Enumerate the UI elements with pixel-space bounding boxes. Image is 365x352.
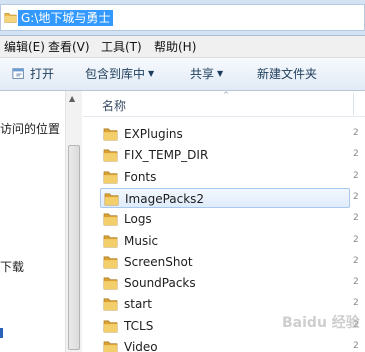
folder-icon	[103, 255, 118, 272]
file-name: Music	[124, 234, 159, 248]
folder-icon	[103, 319, 118, 336]
nav-item-marker	[0, 328, 3, 338]
truncated-column-edge: 2	[353, 128, 359, 138]
chevron-down-icon: ▼	[148, 69, 155, 78]
file-name: Fonts	[124, 170, 157, 184]
menu-edit[interactable]: 编辑(E)	[4, 39, 45, 55]
navigation-pane: 访问的位置 下载 ▲	[0, 91, 83, 352]
menu-help[interactable]: 帮助(H)	[154, 39, 196, 55]
folder-icon	[103, 170, 118, 187]
folder-icon	[103, 127, 118, 144]
truncated-column-edge: 2	[353, 171, 359, 181]
nav-recent-places[interactable]: 访问的位置	[0, 120, 60, 137]
nav-scrollbar[interactable]: ▲	[65, 91, 82, 352]
truncated-column-edge: 2	[353, 341, 359, 351]
menu-bar: 编辑(E) 查看(V) 工具(T) 帮助(H)	[0, 36, 365, 58]
menu-tools[interactable]: 工具(T)	[101, 39, 142, 55]
nav-downloads[interactable]: 下载	[0, 258, 24, 275]
file-row[interactable]: SoundPacks	[100, 273, 350, 293]
column-name-header[interactable]: 名称	[102, 97, 126, 114]
file-row[interactable]: Logs	[100, 209, 350, 229]
file-row[interactable]: Fonts	[100, 167, 350, 187]
folder-icon	[4, 11, 17, 27]
truncated-column-edge: 2	[353, 235, 359, 245]
folder-icon	[103, 212, 118, 229]
folder-icon	[103, 148, 118, 165]
folder-icon	[103, 340, 118, 352]
truncated-column-edge: 2	[353, 213, 359, 223]
file-name: start	[124, 297, 152, 311]
address-field[interactable]: G:\地下城与勇士	[0, 4, 365, 31]
scroll-up-icon[interactable]: ▲	[69, 94, 75, 103]
share-label: 共享	[190, 67, 215, 81]
sort-indicator-icon: ^	[223, 91, 229, 99]
truncated-column-edge: 2	[353, 192, 359, 202]
share-button[interactable]: 共享 ▼	[190, 66, 223, 82]
column-header: ^ 名称	[83, 91, 365, 117]
file-name: TCLS	[124, 319, 154, 333]
address-path[interactable]: G:\地下城与勇士	[18, 10, 114, 26]
file-row[interactable]: ImagePacks2	[100, 188, 350, 208]
file-name: Logs	[124, 212, 152, 226]
file-row[interactable]: EXPlugins	[100, 124, 350, 144]
file-name: ScreenShot	[124, 255, 193, 269]
folder-icon	[103, 276, 118, 293]
folder-icon	[104, 192, 119, 209]
include-label: 包含到库中	[85, 67, 146, 81]
nav-scrollbar-thumb[interactable]	[68, 145, 80, 350]
folder-icon	[103, 297, 118, 314]
address-bar: G:\地下城与勇士	[0, 0, 365, 36]
new-folder-button[interactable]: 新建文件夹	[257, 66, 317, 82]
file-row[interactable]: Video	[100, 337, 350, 352]
file-row[interactable]: start	[100, 294, 350, 314]
file-name: FIX_TEMP_DIR	[124, 148, 209, 162]
truncated-column-edge: 2	[353, 277, 359, 287]
open-button[interactable]: 打开	[30, 66, 54, 82]
file-row[interactable]: Music	[100, 231, 350, 251]
watermark: Baidu 经验	[282, 315, 360, 331]
folder-icon	[103, 234, 118, 251]
truncated-column-edge: 2	[353, 298, 359, 308]
menu-view[interactable]: 查看(V)	[48, 39, 90, 55]
truncated-column-edge: 2	[353, 149, 359, 159]
command-bar: 打开 包含到库中 ▼ 共享 ▼ 新建文件夹	[0, 58, 365, 91]
open-icon	[12, 67, 26, 84]
file-row[interactable]: ScreenShot	[100, 252, 350, 272]
file-name: ImagePacks2	[125, 192, 205, 206]
file-name: SoundPacks	[124, 276, 196, 290]
column-divider[interactable]	[353, 93, 354, 115]
include-in-library-button[interactable]: 包含到库中 ▼	[85, 66, 154, 82]
truncated-column-edge: 2	[353, 256, 359, 266]
file-name: Video	[124, 340, 158, 352]
file-row[interactable]: FIX_TEMP_DIR	[100, 145, 350, 165]
chevron-down-icon: ▼	[217, 69, 224, 78]
file-name: EXPlugins	[124, 127, 183, 141]
